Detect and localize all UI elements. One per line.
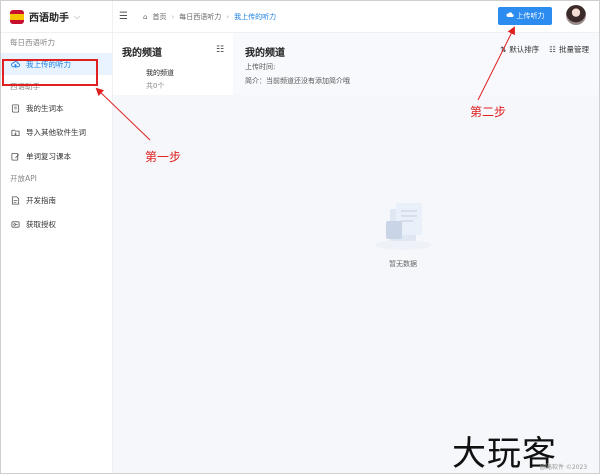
empty-state-text: 暂无数据 [389,260,417,268]
step1-highlight-box [2,59,98,86]
list-icon: ☷ [549,45,556,54]
edit-icon [11,152,20,161]
channel-detail-title: 我的频道 [245,48,285,59]
detail-actions: ⇅ 默认排序 ☷ 批量管理 [500,44,589,55]
main-content: 我的频道 ☷ 我的频道 共0个 我的频道 上传时间: 简介：当前频道还没有添加简… [113,33,599,473]
sidebar-item-label: 单词复习课本 [26,151,71,161]
brand[interactable]: 西语助手 ⌵ [1,1,112,33]
key-icon [11,220,20,229]
channel-list-panel: 我的频道 ☷ 我的频道 共0个 [113,33,233,95]
home-icon[interactable]: ⌂ [143,13,147,21]
upload-listening-button[interactable]: 上传听力 [498,7,552,25]
chevron-right-icon: › [226,12,230,21]
sidebar-item-get-auth[interactable]: 获取授权 [1,213,112,235]
upload-time-label: 上传时间: [245,63,276,71]
channel-intro: 简介：当前频道还没有添加简介哦 [245,77,350,85]
channel-detail-header: 我的频道 上传时间: 简介：当前频道还没有添加简介哦 ⇅ 默认排序 ☷ 批量管理 [233,33,599,95]
channel-list-title: 我的频道 [122,48,162,59]
menu-toggle-icon[interactable]: ☰ [119,11,135,22]
channel-item-name[interactable]: 我的频道 [146,68,174,78]
sidebar-item-dev-guide[interactable]: 开发指南 [1,189,112,211]
bulk-manage-button[interactable]: ☷ 批量管理 [549,44,589,55]
section-title-listening: 每日西语听力 [10,38,55,47]
chevron-right-icon: › [171,12,175,21]
empty-document-icon [375,203,431,250]
breadcrumb-current: 我上传的听力 [234,12,277,21]
sidebar-item-label: 我的生词本 [26,103,64,113]
step1-annotation: 第一步 [145,150,182,164]
cloud-upload-icon [505,11,514,21]
chevron-down-icon[interactable]: ⌵ [74,12,80,22]
step2-annotation: 第二步 [470,105,507,119]
sidebar-item-label: 获取授权 [26,219,56,229]
sidebar-item-label: 开发指南 [26,195,56,205]
sort-icon: ⇅ [499,45,507,54]
breadcrumb-home[interactable]: 首页 [152,12,166,22]
section-title-api: 开放API [10,174,37,183]
folder-import-icon [11,128,20,137]
sidebar-item-vocab-book[interactable]: 我的生词本 [1,97,112,119]
topbar: ☰ ⌂ 首页 › 每日西语听力 › 我上传的听力 上传听力 [113,1,599,33]
breadcrumb-listening[interactable]: 每日西语听力 [179,12,221,22]
guide-icon [11,195,20,205]
book-icon [11,103,20,113]
spain-flag-logo-icon [10,9,24,24]
sort-label: 默认排序 [509,45,540,54]
empty-state: 暂无数据 [353,193,453,269]
bulk-manage-label: 批量管理 [559,45,589,54]
sidebar-item-import-words[interactable]: 导入其他软件生词 [1,121,112,143]
copyright-text: 欧路软件 ©2023 [540,464,588,471]
sort-button[interactable]: ⇅ 默认排序 [500,44,539,55]
list-icon[interactable]: ☷ [216,45,224,55]
sidebar-item-label: 导入其他软件生词 [26,127,86,137]
upload-button-label: 上传听力 [516,12,545,20]
sidebar-item-review-book[interactable]: 单词复习课本 [1,145,112,167]
avatar[interactable] [566,5,586,25]
channel-item-count: 共0个 [146,82,165,90]
breadcrumb: ⌂ 首页 › 每日西语听力 › 我上传的听力 [143,12,276,22]
brand-name: 西语助手 [29,13,69,24]
